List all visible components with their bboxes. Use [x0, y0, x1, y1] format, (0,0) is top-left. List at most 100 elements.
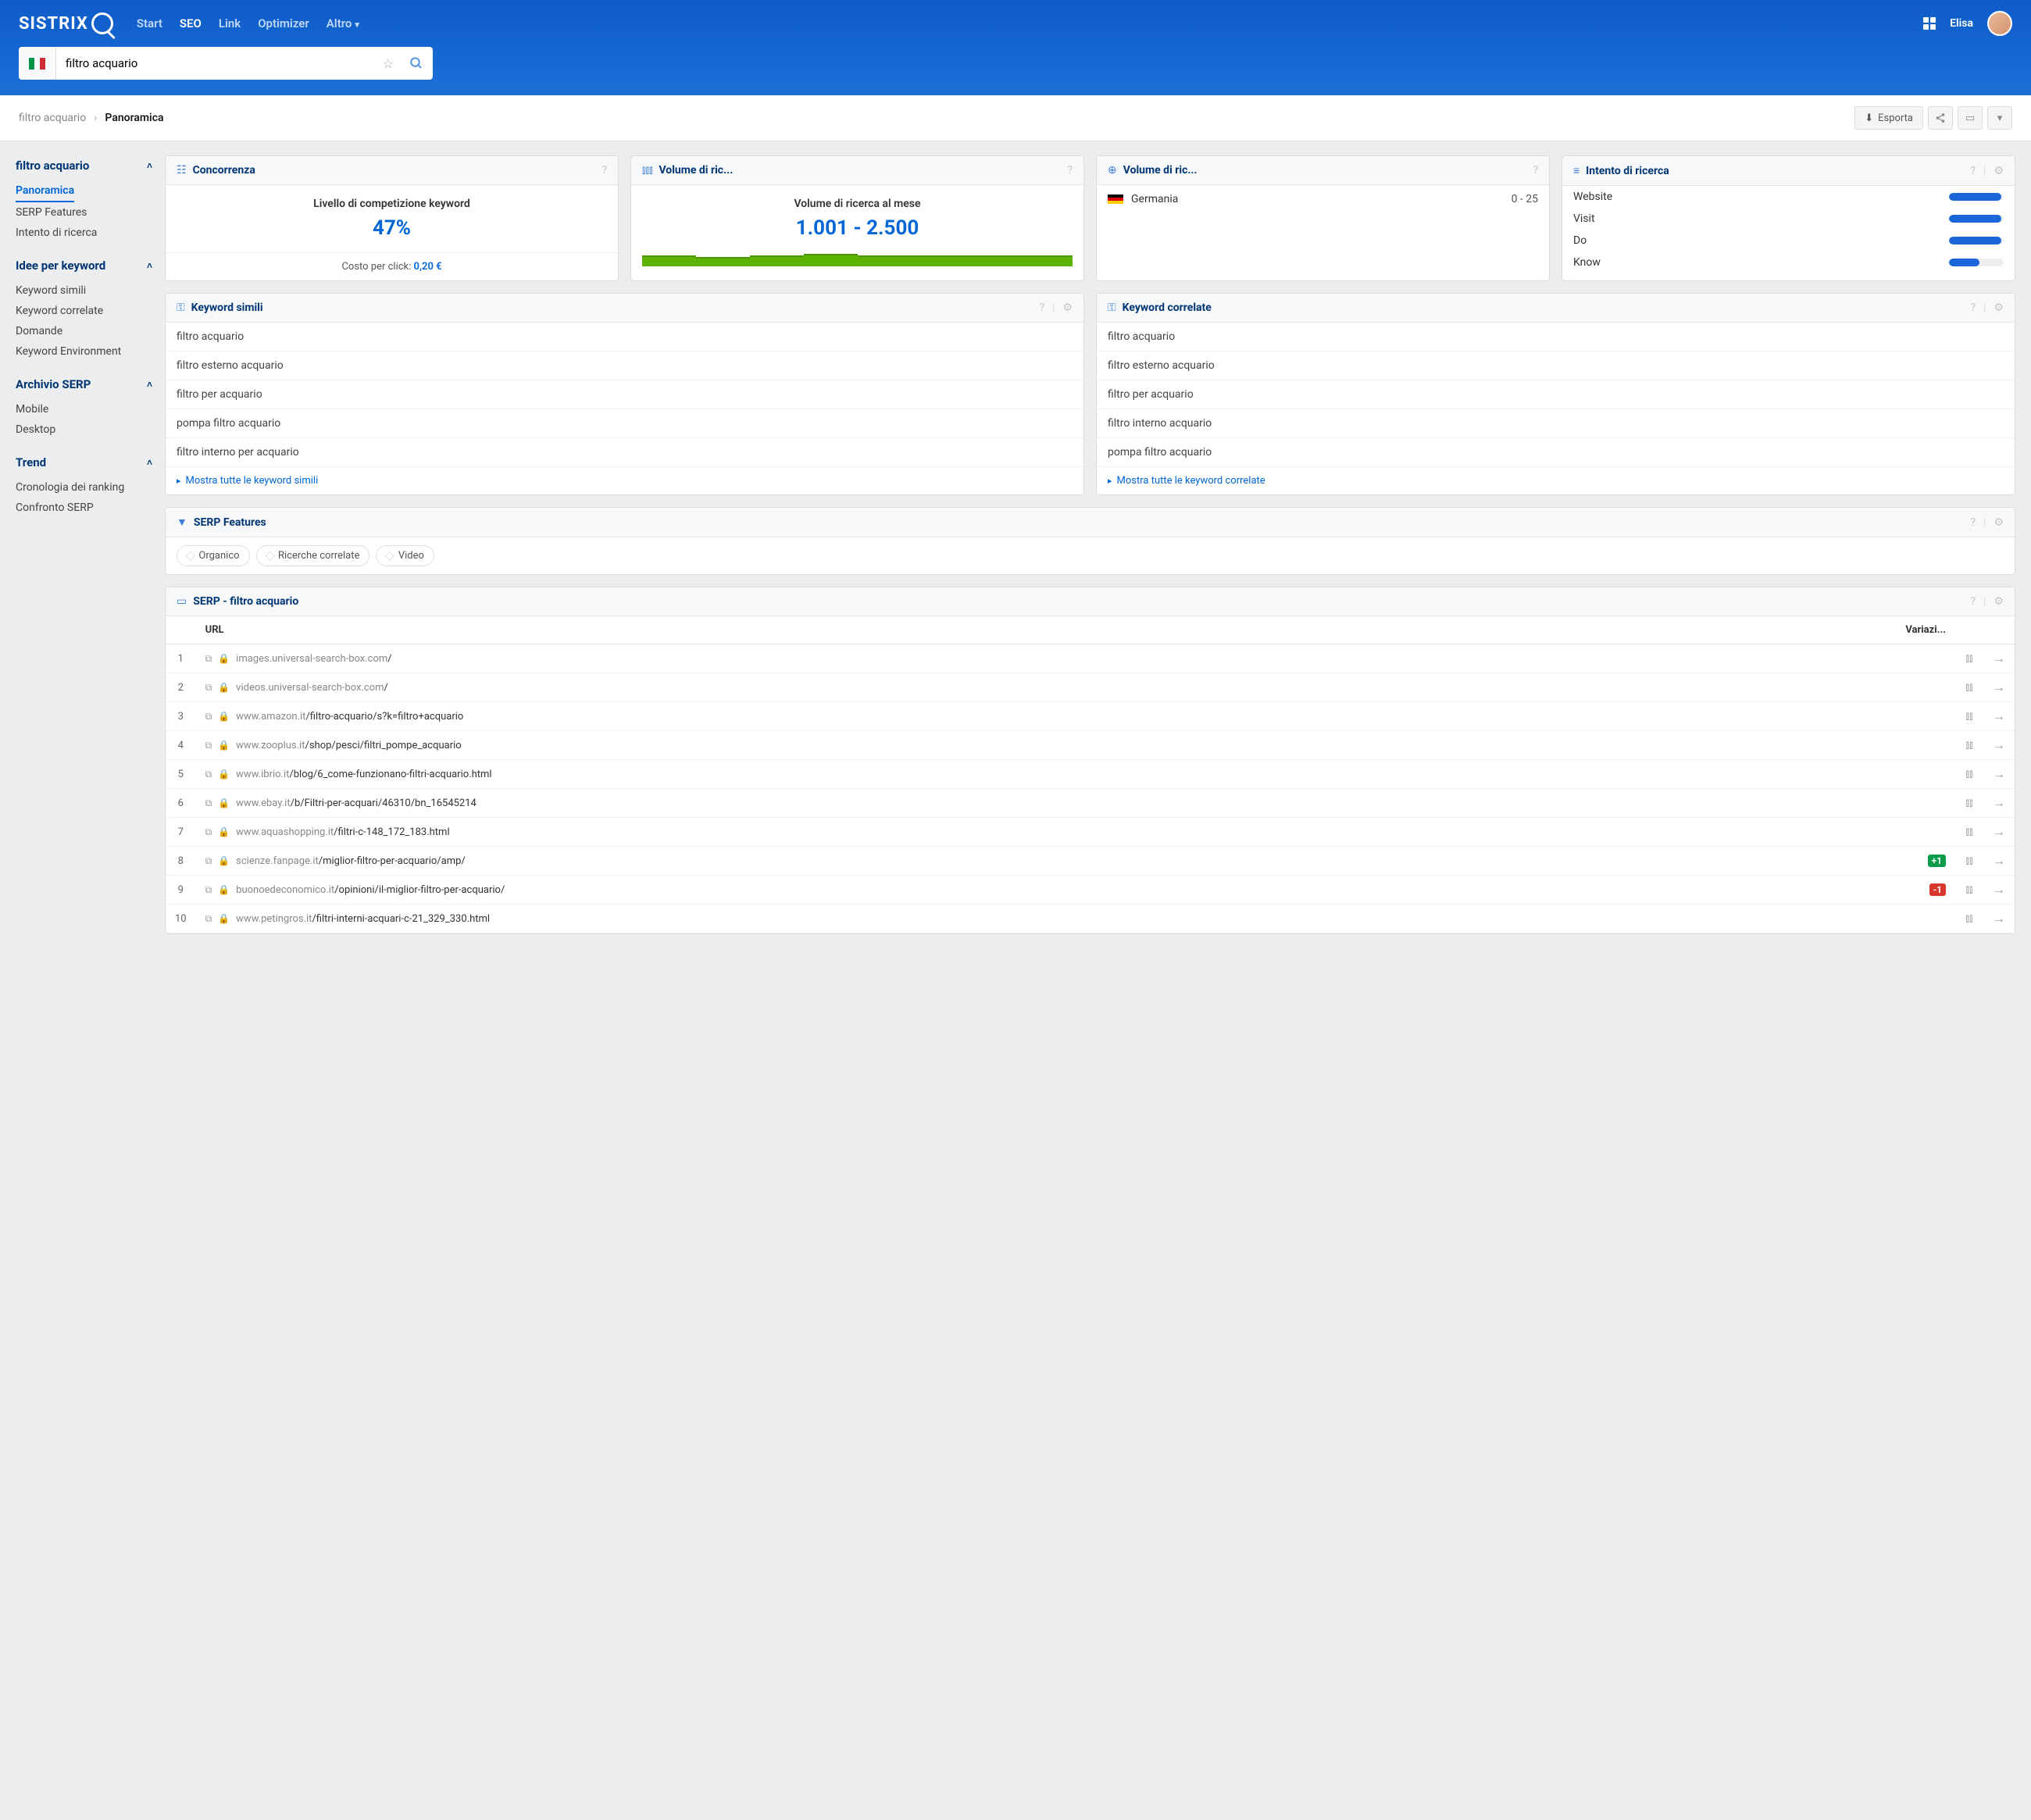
- url-cell[interactable]: ⧉ 🔒 www.amazon.it/filtro-acquario/s?k=fi…: [205, 711, 1887, 723]
- keyword-item[interactable]: filtro interno per acquario: [166, 438, 1083, 466]
- filter-pill[interactable]: Video: [376, 545, 434, 566]
- external-link-icon[interactable]: ⧉: [205, 826, 212, 838]
- chart-icon[interactable]: ⫾⫾: [1955, 731, 1983, 760]
- external-link-icon[interactable]: ⧉: [205, 682, 212, 694]
- arrow-right-icon[interactable]: →: [1983, 702, 2015, 731]
- sidebar-item-confronto[interactable]: Confronto SERP: [16, 498, 152, 518]
- arrow-right-icon[interactable]: →: [1983, 905, 2015, 933]
- gear-icon[interactable]: ⚙: [1994, 302, 2004, 314]
- sidebar-item-cronologia[interactable]: Cronologia dei ranking: [16, 477, 152, 498]
- filter-pill[interactable]: Ricerche correlate: [256, 545, 370, 566]
- user-icon[interactable]: ▾: [1987, 106, 2012, 130]
- keyword-item[interactable]: filtro per acquario: [166, 380, 1083, 409]
- search-input[interactable]: [56, 47, 377, 80]
- nav-altro[interactable]: Altro: [327, 16, 359, 30]
- nav-link[interactable]: Link: [219, 16, 241, 30]
- arrow-right-icon[interactable]: →: [1983, 673, 2015, 702]
- help-icon[interactable]: ?: [1970, 165, 1976, 177]
- book-icon[interactable]: ▭: [1958, 106, 1983, 130]
- help-icon[interactable]: ?: [1067, 164, 1073, 177]
- url-cell[interactable]: ⧉ 🔒 www.zooplus.it/shop/pesci/filtri_pom…: [205, 740, 1887, 751]
- arrow-right-icon[interactable]: →: [1983, 876, 2015, 905]
- keyword-item[interactable]: filtro esterno acquario: [166, 352, 1083, 380]
- chart-icon[interactable]: ⫾⫾: [1955, 876, 1983, 905]
- sidebar-section-idee[interactable]: Idee per keyword˄: [16, 255, 152, 276]
- url-cell[interactable]: ⧉ 🔒 www.aquashopping.it/filtri-c-148_172…: [205, 826, 1887, 838]
- sidebar-item-intento[interactable]: Intento di ricerca: [16, 223, 152, 243]
- external-link-icon[interactable]: ⧉: [205, 653, 212, 665]
- sidebar-item-simili[interactable]: Keyword simili: [16, 280, 152, 301]
- help-icon[interactable]: ?: [1970, 302, 1976, 314]
- gear-icon[interactable]: ⚙: [1994, 595, 2004, 608]
- nav-seo[interactable]: SEO: [180, 16, 202, 30]
- gear-icon[interactable]: ⚙: [1994, 516, 2004, 529]
- keyword-item[interactable]: filtro per acquario: [1097, 380, 2015, 409]
- external-link-icon[interactable]: ⧉: [205, 740, 212, 751]
- search-button[interactable]: [400, 56, 433, 70]
- nav-optimizer[interactable]: Optimizer: [258, 16, 309, 30]
- gear-icon[interactable]: ⚙: [1062, 302, 1073, 314]
- sidebar-item-desktop[interactable]: Desktop: [16, 419, 152, 440]
- chart-icon[interactable]: ⫾⫾: [1955, 644, 1983, 673]
- gear-icon[interactable]: ⚙: [1994, 165, 2004, 177]
- sidebar-section-trend[interactable]: Trend˄: [16, 452, 152, 473]
- sidebar-item-serp-features[interactable]: SERP Features: [16, 202, 152, 223]
- keyword-item[interactable]: pompa filtro acquario: [1097, 438, 2015, 466]
- chart-icon[interactable]: ⫾⫾: [1955, 702, 1983, 731]
- country-selector[interactable]: [19, 47, 56, 80]
- help-icon[interactable]: ?: [1039, 302, 1044, 314]
- arrow-right-icon[interactable]: →: [1983, 789, 2015, 818]
- sidebar-item-correlate[interactable]: Keyword correlate: [16, 301, 152, 321]
- chart-icon[interactable]: ⫾⫾: [1955, 760, 1983, 789]
- arrow-right-icon[interactable]: →: [1983, 644, 2015, 673]
- arrow-right-icon[interactable]: →: [1983, 847, 2015, 876]
- chart-icon[interactable]: ⫾⫾: [1955, 847, 1983, 876]
- keyword-item[interactable]: filtro interno acquario: [1097, 409, 2015, 438]
- url-cell[interactable]: ⧉ 🔒 videos.universal-search-box.com/: [205, 682, 1887, 694]
- logo[interactable]: SISTRIX: [19, 12, 113, 34]
- url-cell[interactable]: ⧉ 🔒 www.ibrio.it/blog/6_come-funzionano-…: [205, 769, 1887, 780]
- filter-pill[interactable]: Organico: [177, 545, 250, 566]
- share-button[interactable]: [1928, 106, 1953, 130]
- chart-icon[interactable]: ⫾⫾: [1955, 905, 1983, 933]
- external-link-icon[interactable]: ⧉: [205, 798, 212, 809]
- url-cell[interactable]: ⧉ 🔒 images.universal-search-box.com/: [205, 653, 1887, 665]
- apps-icon[interactable]: [1923, 17, 1936, 30]
- country-row[interactable]: Germania 0 - 25: [1097, 185, 1549, 213]
- sidebar-section-keyword[interactable]: filtro acquario˄: [16, 155, 152, 176]
- show-all-related[interactable]: Mostra tutte le keyword correlate: [1097, 466, 2015, 494]
- chart-icon[interactable]: ⫾⫾: [1955, 673, 1983, 702]
- help-icon[interactable]: ?: [1970, 595, 1976, 608]
- keyword-item[interactable]: filtro esterno acquario: [1097, 352, 2015, 380]
- user-name[interactable]: Elisa: [1950, 17, 1973, 30]
- external-link-icon[interactable]: ⧉: [205, 913, 212, 925]
- external-link-icon[interactable]: ⧉: [205, 769, 212, 780]
- sidebar-item-domande[interactable]: Domande: [16, 321, 152, 341]
- star-icon[interactable]: ☆: [377, 56, 400, 71]
- url-cell[interactable]: ⧉ 🔒 www.ebay.it/b/Filtri-per-acquari/463…: [205, 798, 1887, 809]
- external-link-icon[interactable]: ⧉: [205, 855, 212, 867]
- export-button[interactable]: ⬇ Esporta: [1854, 106, 1923, 130]
- url-cell[interactable]: ⧉ 🔒 buonoedeconomico.it/opinioni/il-migl…: [205, 884, 1887, 896]
- help-icon[interactable]: ?: [601, 164, 607, 177]
- arrow-right-icon[interactable]: →: [1983, 731, 2015, 760]
- sidebar-item-mobile[interactable]: Mobile: [16, 399, 152, 419]
- external-link-icon[interactable]: ⧉: [205, 711, 212, 723]
- chart-icon[interactable]: ⫾⫾: [1955, 818, 1983, 847]
- url-cell[interactable]: ⧉ 🔒 scienze.fanpage.it/miglior-filtro-pe…: [205, 855, 1887, 867]
- keyword-item[interactable]: filtro acquario: [166, 323, 1083, 352]
- nav-start[interactable]: Start: [137, 16, 162, 30]
- arrow-right-icon[interactable]: →: [1983, 760, 2015, 789]
- sidebar-item-panoramica[interactable]: Panoramica: [16, 180, 74, 202]
- external-link-icon[interactable]: ⧉: [205, 884, 212, 896]
- help-icon[interactable]: ?: [1533, 164, 1538, 177]
- col-url[interactable]: URL: [196, 616, 1897, 644]
- avatar[interactable]: [1987, 11, 2012, 36]
- breadcrumb-root[interactable]: filtro acquario: [19, 112, 86, 124]
- help-icon[interactable]: ?: [1970, 516, 1976, 529]
- keyword-item[interactable]: filtro acquario: [1097, 323, 2015, 352]
- chart-icon[interactable]: ⫾⫾: [1955, 789, 1983, 818]
- arrow-right-icon[interactable]: →: [1983, 818, 2015, 847]
- show-all-similar[interactable]: Mostra tutte le keyword simili: [166, 466, 1083, 494]
- sidebar-item-environment[interactable]: Keyword Environment: [16, 341, 152, 362]
